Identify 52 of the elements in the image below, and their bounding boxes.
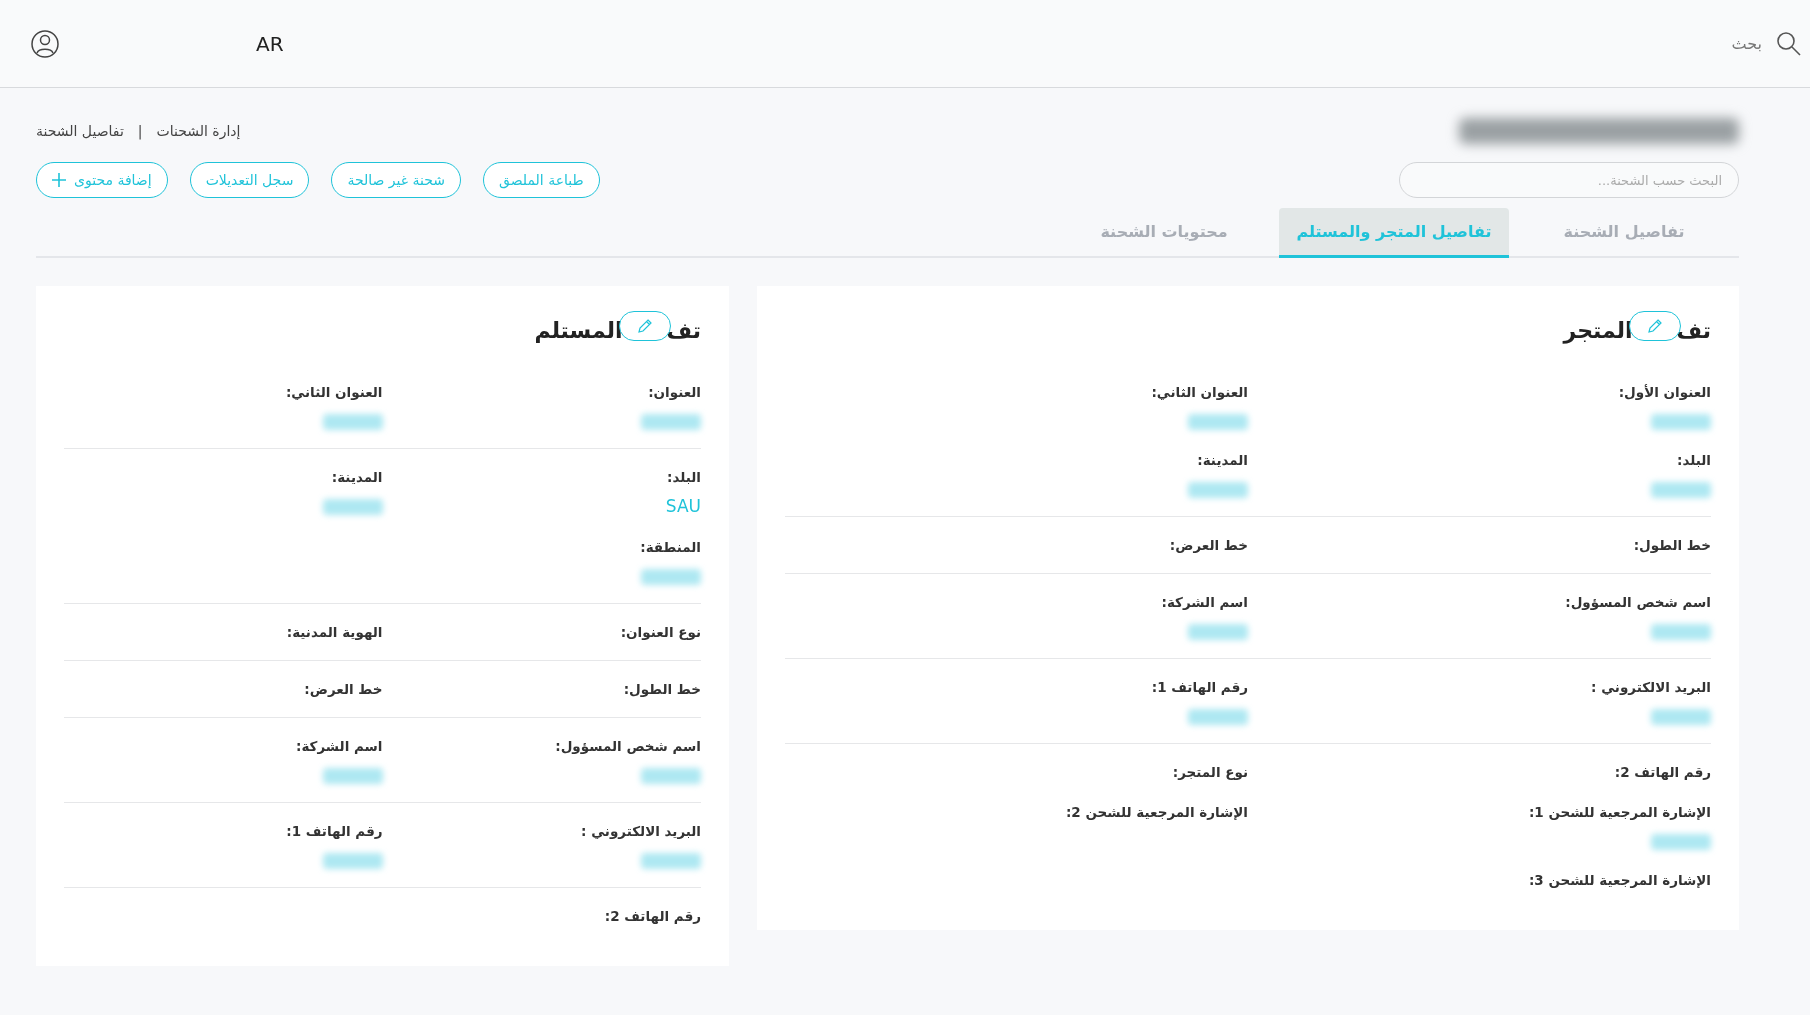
- pencil-icon: [1646, 318, 1663, 334]
- card-title: المتجر: [1563, 317, 1633, 343]
- card-title: تف: [666, 317, 701, 343]
- field-label: العنوان:: [648, 383, 701, 402]
- breadcrumb-separator: |: [137, 123, 143, 139]
- tab[interactable]: تفاصيل المتجر والمستلم: [1279, 208, 1509, 258]
- field-label: المدينة:: [331, 468, 383, 487]
- search-icon[interactable]: [1776, 30, 1802, 57]
- field-label: اسم شخص المسؤول:: [555, 737, 701, 756]
- field-label: رقم الهاتف 1:: [1151, 678, 1248, 697]
- field-label: البريد الالكتروني :: [581, 822, 701, 841]
- plus-icon: [52, 173, 66, 187]
- language-label[interactable]: AR: [256, 31, 284, 56]
- field-label: خط الطول:: [623, 680, 701, 699]
- field-label: الهوية المدنية:: [286, 623, 383, 642]
- card-title: المستلم: [534, 317, 623, 343]
- field-label: نوع العنوان:: [620, 623, 701, 642]
- search-label[interactable]: بحث: [1731, 34, 1762, 53]
- field-label: الإشارة المرجعية للشحن 1:: [1528, 803, 1711, 822]
- action-button[interactable]: شحنة غير صالحة: [331, 162, 462, 198]
- field-label: رقم الهاتف 2:: [1614, 763, 1711, 782]
- field-label: رقم الهاتف 1:: [286, 822, 383, 841]
- field-label: خط العرض:: [1169, 536, 1248, 555]
- field-label: العنوان الثاني:: [1151, 383, 1248, 402]
- field-label: المدينة:: [1197, 451, 1248, 470]
- user-icon[interactable]: [30, 28, 60, 59]
- tab[interactable]: تفاصيل الشحنة: [1509, 208, 1739, 258]
- field-label: البريد الالكتروني :: [1591, 678, 1711, 697]
- field-label: خط العرض:: [304, 680, 383, 699]
- field-label: الإشارة المرجعية للشحن 3:: [1528, 871, 1711, 890]
- action-button[interactable]: إضافة محتوى: [36, 162, 168, 198]
- field-label: العنوان الثاني:: [285, 383, 383, 402]
- card-title: تف: [1676, 317, 1711, 343]
- field-label: اسم شخص المسؤول:: [1565, 593, 1711, 612]
- field-label: البلد:: [667, 468, 701, 487]
- field-label: رقم الهاتف 2:: [604, 907, 701, 926]
- field-label: نوع المتجر:: [1172, 763, 1248, 782]
- field-label: خط الطول:: [1633, 536, 1711, 555]
- field-label: الإشارة المرجعية للشحن 2:: [1065, 803, 1248, 822]
- field-value: SAU: [665, 495, 701, 517]
- field-label: المنطقة:: [640, 538, 701, 557]
- breadcrumb-current: تفاصيل الشحنة: [36, 123, 124, 139]
- field-label: اسم الشركة:: [1161, 593, 1248, 612]
- search-field[interactable]: البحث حسب الشحنة...: [1399, 162, 1739, 198]
- field-label: اسم الشركة:: [296, 737, 383, 756]
- action-button[interactable]: طباعة الملصق: [483, 162, 600, 198]
- pencil-icon: [636, 318, 653, 334]
- tab[interactable]: محتويات الشحنة: [1049, 208, 1279, 258]
- breadcrumb-link[interactable]: إدارة الشحنات: [156, 123, 241, 139]
- field-label: البلد:: [1677, 451, 1711, 470]
- field-label: العنوان الأول:: [1618, 383, 1711, 402]
- action-button[interactable]: سجل التعديلات: [189, 162, 310, 198]
